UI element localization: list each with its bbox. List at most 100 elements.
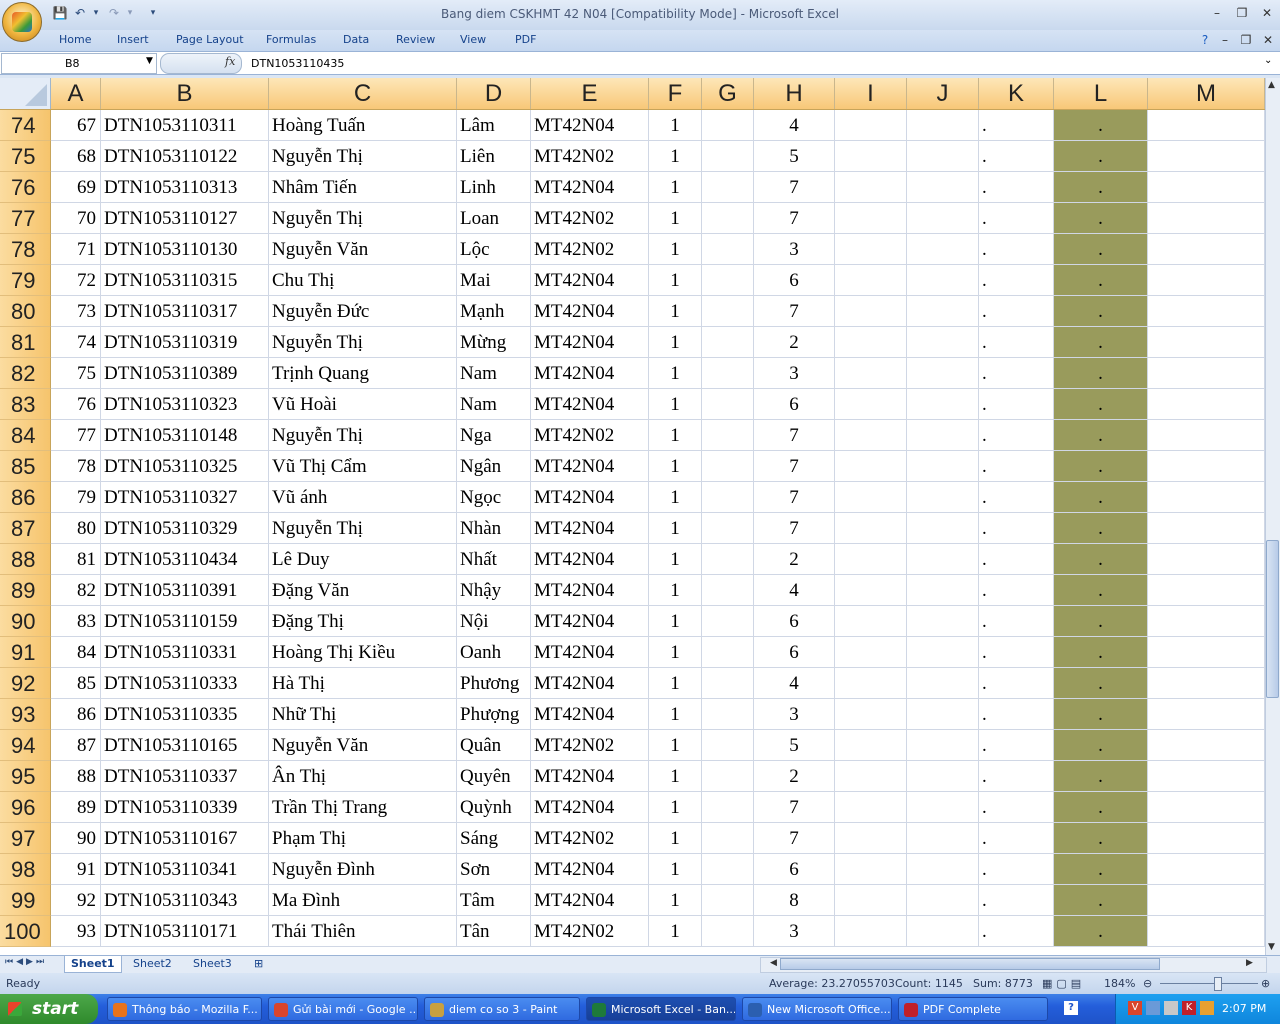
kaspersky-icon[interactable]: K <box>1182 1001 1196 1015</box>
cell-a[interactable]: 85 <box>51 668 101 699</box>
cell-j[interactable] <box>907 234 979 265</box>
cell-b[interactable]: DTN1053110341 <box>101 854 269 885</box>
column-header-a[interactable]: A <box>51 78 101 109</box>
cell-m[interactable] <box>1148 792 1265 823</box>
cell-e[interactable]: MT42N04 <box>531 327 649 358</box>
cell-b[interactable]: DTN1053110325 <box>101 451 269 482</box>
cell-c[interactable]: Nhâm Tiến <box>269 172 457 203</box>
cell-j[interactable] <box>907 110 979 141</box>
cell-b[interactable]: DTN1053110311 <box>101 110 269 141</box>
cell-j[interactable] <box>907 420 979 451</box>
cell-a[interactable]: 79 <box>51 482 101 513</box>
cell-g[interactable] <box>702 420 754 451</box>
tab-data[interactable]: Data <box>343 33 369 46</box>
cell-b[interactable]: DTN1053110165 <box>101 730 269 761</box>
cell-h[interactable]: 5 <box>754 730 835 761</box>
row-header[interactable]: 81 <box>0 327 51 358</box>
cell-j[interactable] <box>907 575 979 606</box>
cell-h[interactable]: 6 <box>754 606 835 637</box>
cell-e[interactable]: MT42N02 <box>531 141 649 172</box>
name-box[interactable]: B8 ▼ <box>1 53 157 74</box>
cell-m[interactable] <box>1148 699 1265 730</box>
cell-l[interactable]: . <box>1054 885 1148 916</box>
cell-d[interactable]: Quyên <box>457 761 531 792</box>
cell-d[interactable]: Nam <box>457 358 531 389</box>
cell-g[interactable] <box>702 575 754 606</box>
horizontal-scroll-thumb[interactable] <box>780 958 1160 970</box>
cell-k[interactable]: . <box>979 265 1054 296</box>
row-header[interactable]: 90 <box>0 606 51 637</box>
cell-m[interactable] <box>1148 854 1265 885</box>
cell-d[interactable]: Lộc <box>457 234 531 265</box>
cell-g[interactable] <box>702 854 754 885</box>
cell-k[interactable]: . <box>979 575 1054 606</box>
cell-i[interactable] <box>835 265 907 296</box>
row-header[interactable]: 86 <box>0 482 51 513</box>
tab-formulas[interactable]: Formulas <box>266 33 316 46</box>
cell-k[interactable]: . <box>979 110 1054 141</box>
cell-f[interactable]: 1 <box>649 761 702 792</box>
cell-k[interactable]: . <box>979 172 1054 203</box>
cell-a[interactable]: 87 <box>51 730 101 761</box>
cell-c[interactable]: Vũ Hoài <box>269 389 457 420</box>
cell-k[interactable]: . <box>979 482 1054 513</box>
cell-e[interactable]: MT42N02 <box>531 203 649 234</box>
cell-c[interactable]: Nguyễn Thị <box>269 327 457 358</box>
cell-l[interactable]: . <box>1054 141 1148 172</box>
row-header[interactable]: 93 <box>0 699 51 730</box>
cell-b[interactable]: DTN1053110327 <box>101 482 269 513</box>
cell-l[interactable]: . <box>1054 358 1148 389</box>
cell-c[interactable]: Nguyễn Văn <box>269 730 457 761</box>
cell-j[interactable] <box>907 637 979 668</box>
cell-l[interactable]: . <box>1054 265 1148 296</box>
cell-b[interactable]: DTN1053110391 <box>101 575 269 606</box>
tray-app-icon[interactable] <box>1164 1001 1178 1015</box>
cell-j[interactable] <box>907 513 979 544</box>
insert-function-icon[interactable]: fx <box>225 55 235 68</box>
cell-k[interactable]: . <box>979 234 1054 265</box>
taskbar-button[interactable]: New Microsoft Office... <box>742 997 892 1021</box>
cell-j[interactable] <box>907 730 979 761</box>
cell-c[interactable]: Nguyễn Thị <box>269 420 457 451</box>
row-header[interactable]: 97 <box>0 823 51 854</box>
cell-f[interactable]: 1 <box>649 575 702 606</box>
cell-l[interactable]: . <box>1054 575 1148 606</box>
cell-b[interactable]: DTN1053110317 <box>101 296 269 327</box>
cell-d[interactable]: Tâm <box>457 885 531 916</box>
cell-i[interactable] <box>835 358 907 389</box>
cell-b[interactable]: DTN1053110319 <box>101 327 269 358</box>
cell-c[interactable]: Đặng Văn <box>269 575 457 606</box>
cell-g[interactable] <box>702 699 754 730</box>
cell-f[interactable]: 1 <box>649 916 702 947</box>
cell-g[interactable] <box>702 327 754 358</box>
cell-k[interactable]: . <box>979 730 1054 761</box>
taskbar-button[interactable]: Gửi bài mới - Google ... <box>268 997 418 1021</box>
ribbon-restore-icon[interactable]: ❐ <box>1237 32 1255 48</box>
taskbar-button[interactable]: PDF Complete <box>898 997 1048 1021</box>
column-header-f[interactable]: F <box>649 78 702 109</box>
cell-i[interactable] <box>835 761 907 792</box>
cell-a[interactable]: 72 <box>51 265 101 296</box>
row-header[interactable]: 88 <box>0 544 51 575</box>
cell-i[interactable] <box>835 575 907 606</box>
cell-l[interactable]: . <box>1054 699 1148 730</box>
row-header[interactable]: 83 <box>0 389 51 420</box>
cell-l[interactable]: . <box>1054 327 1148 358</box>
cell-a[interactable]: 88 <box>51 761 101 792</box>
cell-c[interactable]: Trịnh Quang <box>269 358 457 389</box>
cell-d[interactable]: Nga <box>457 420 531 451</box>
cell-a[interactable]: 67 <box>51 110 101 141</box>
cell-d[interactable]: Nam <box>457 389 531 420</box>
cell-b[interactable]: DTN1053110389 <box>101 358 269 389</box>
cell-f[interactable]: 1 <box>649 420 702 451</box>
tab-home[interactable]: Home <box>59 33 91 46</box>
cell-f[interactable]: 1 <box>649 513 702 544</box>
cell-l[interactable]: . <box>1054 389 1148 420</box>
cell-e[interactable]: MT42N04 <box>531 637 649 668</box>
cell-j[interactable] <box>907 482 979 513</box>
cell-m[interactable] <box>1148 668 1265 699</box>
cell-k[interactable]: . <box>979 141 1054 172</box>
cell-b[interactable]: DTN1053110313 <box>101 172 269 203</box>
cell-e[interactable]: MT42N02 <box>531 420 649 451</box>
cell-m[interactable] <box>1148 141 1265 172</box>
